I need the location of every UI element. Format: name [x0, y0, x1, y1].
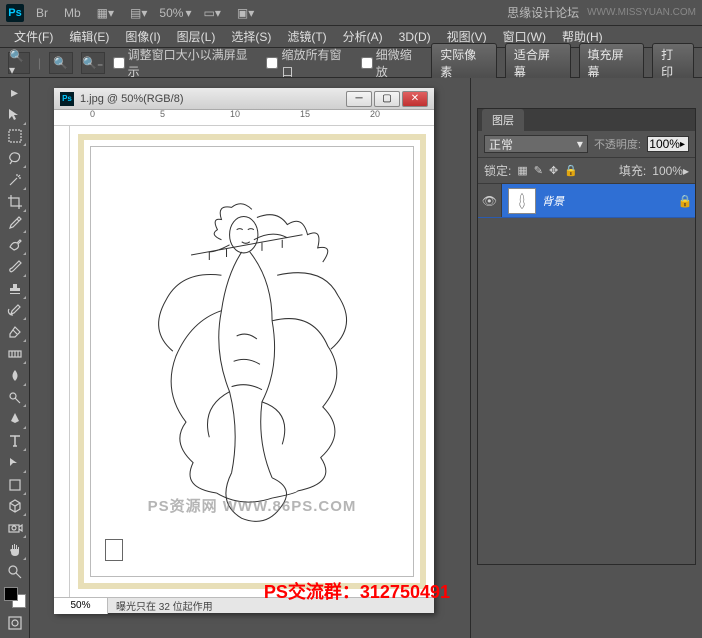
document-titlebar[interactable]: Ps 1.jpg @ 50%(RGB/8) ─ ▢ ✕ [54, 88, 434, 110]
ruler-horizontal: 0 5 10 15 20 [54, 110, 434, 126]
panels-area: 图层 正常▾ 不透明度: 100%▸ 锁定: ▦ ✎ ✥ 🔒 填充: 100%▸… [470, 78, 702, 638]
arrange-icon[interactable]: ▭▾ [199, 4, 224, 22]
actual-pixels-button[interactable]: 实际像素 [431, 43, 497, 83]
menu-edit[interactable]: 编辑(E) [63, 26, 115, 47]
fill-label: 填充: [619, 162, 646, 179]
zoom-level-select[interactable]: 50%▾ [159, 6, 191, 20]
quickmask-icon[interactable] [3, 612, 27, 634]
promo-text: PS交流群：312750491 [264, 578, 450, 604]
layer-list: 👁 背景 🔒 [478, 184, 695, 564]
visibility-eye-icon[interactable]: 👁 [478, 184, 502, 217]
layer-name[interactable]: 背景 [542, 193, 675, 209]
layer-row[interactable]: 👁 背景 🔒 [478, 184, 695, 218]
zoom-all-checkbox[interactable]: 缩放所有窗口 [266, 46, 352, 80]
ruler-vertical [54, 126, 70, 597]
zoom-tool-preset[interactable]: 🔍▾ [8, 52, 30, 74]
layers-tab[interactable]: 图层 [482, 109, 524, 131]
dodge-tool-icon[interactable] [3, 387, 27, 409]
zoom-out-icon[interactable]: 🔍₋ [81, 52, 105, 74]
menu-image[interactable]: 图像(I) [119, 26, 166, 47]
type-tool-icon[interactable] [3, 430, 27, 452]
menu-analysis[interactable]: 分析(A) [337, 26, 389, 47]
menu-3d[interactable]: 3D(D) [393, 28, 437, 46]
workspace-icon[interactable]: ▣▾ [233, 4, 258, 22]
hand-tool-icon[interactable] [3, 539, 27, 561]
lasso-tool-icon[interactable] [3, 147, 27, 169]
blend-mode-select[interactable]: 正常▾ [484, 135, 588, 153]
site-label: 思缘设计论坛 [507, 4, 579, 21]
lock-position-icon[interactable]: ✥ [549, 164, 558, 177]
opacity-input[interactable]: 100%▸ [647, 136, 689, 152]
menu-layer[interactable]: 图层(L) [171, 26, 222, 47]
options-bar: 🔍▾ | 🔍 🔍₋ 调整窗口大小以满屏显示 缩放所有窗口 细微缩放 实际像素 适… [0, 48, 702, 78]
heal-tool-icon[interactable] [3, 234, 27, 256]
zoom-input[interactable]: 50% [54, 598, 108, 614]
minimize-button[interactable]: ─ [346, 91, 372, 107]
seal-icon [105, 539, 123, 561]
screen-mode-icon[interactable]: ▦▾ [93, 4, 118, 22]
layer-lock-icon: 🔒 [675, 194, 695, 208]
eraser-tool-icon[interactable] [3, 321, 27, 343]
print-size-button[interactable]: 打印 [652, 43, 694, 83]
layer-thumbnail[interactable] [508, 188, 536, 214]
document-title: 1.jpg @ 50%(RGB/8) [80, 93, 340, 105]
fill-input[interactable]: 100%▸ [652, 164, 689, 178]
fill-screen-button[interactable]: 填充屏幕 [579, 43, 645, 83]
gradient-tool-icon[interactable] [3, 343, 27, 365]
layers-panel: 图层 正常▾ 不透明度: 100%▸ 锁定: ▦ ✎ ✥ 🔒 填充: 100%▸… [477, 108, 696, 565]
ps-logo-icon: Ps [6, 4, 24, 22]
path-tool-icon[interactable] [3, 452, 27, 474]
3d-tool-icon[interactable] [3, 496, 27, 518]
document-icon: Ps [60, 92, 74, 106]
crop-tool-icon[interactable] [3, 191, 27, 213]
pen-tool-icon[interactable] [3, 408, 27, 430]
scrubby-zoom-checkbox[interactable]: 细微缩放 [361, 46, 424, 80]
tool-palette: ▸ [0, 78, 30, 638]
lock-all-icon[interactable]: 🔒 [564, 164, 578, 177]
history-brush-icon[interactable] [3, 300, 27, 322]
collapse-icon[interactable]: ▸ [3, 82, 27, 104]
lock-label: 锁定: [484, 162, 511, 179]
close-button[interactable]: ✕ [402, 91, 428, 107]
canvas-area: Ps 1.jpg @ 50%(RGB/8) ─ ▢ ✕ 0 5 10 15 20 [30, 78, 470, 638]
blur-tool-icon[interactable] [3, 365, 27, 387]
site-url: WWW.MISSYUAN.COM [587, 7, 696, 18]
artwork-illustration [115, 179, 389, 544]
watermark-text: PS资源网 WWW.86PS.COM [148, 495, 357, 516]
menu-select[interactable]: 选择(S) [225, 26, 277, 47]
canvas[interactable]: PS资源网 WWW.86PS.COM [70, 126, 434, 597]
camera-tool-icon[interactable] [3, 517, 27, 539]
maximize-button[interactable]: ▢ [374, 91, 400, 107]
wand-tool-icon[interactable] [3, 169, 27, 191]
zoom-tool-icon[interactable] [3, 561, 27, 583]
lock-pixels-icon[interactable]: ✎ [534, 164, 543, 177]
eyedropper-tool-icon[interactable] [3, 213, 27, 235]
color-swatch[interactable] [4, 587, 26, 609]
menu-file[interactable]: 文件(F) [8, 26, 59, 47]
lock-transparent-icon[interactable]: ▦ [517, 164, 527, 177]
main-area: ▸ Ps 1.jpg @ 50%(RGB/8) [0, 78, 702, 638]
zoom-in-icon[interactable]: 🔍 [49, 52, 73, 74]
stamp-tool-icon[interactable] [3, 278, 27, 300]
document-window: Ps 1.jpg @ 50%(RGB/8) ─ ▢ ✕ 0 5 10 15 20 [54, 88, 434, 613]
marquee-tool-icon[interactable] [3, 126, 27, 148]
shape-tool-icon[interactable] [3, 474, 27, 496]
mini-bridge-icon[interactable]: Mb [60, 4, 85, 22]
move-tool-icon[interactable] [3, 104, 27, 126]
app-bar: Ps Br Mb ▦▾ ▤▾ 50%▾ ▭▾ ▣▾ 思缘设计论坛 WWW.MIS… [0, 0, 702, 26]
resize-window-checkbox[interactable]: 调整窗口大小以满屏显示 [113, 46, 259, 80]
opacity-label: 不透明度: [594, 136, 641, 152]
brush-tool-icon[interactable] [3, 256, 27, 278]
fit-screen-button[interactable]: 适合屏幕 [505, 43, 571, 83]
bridge-icon[interactable]: Br [32, 4, 52, 22]
extras-icon[interactable]: ▤▾ [126, 4, 151, 22]
menu-filter[interactable]: 滤镜(T) [281, 26, 332, 47]
